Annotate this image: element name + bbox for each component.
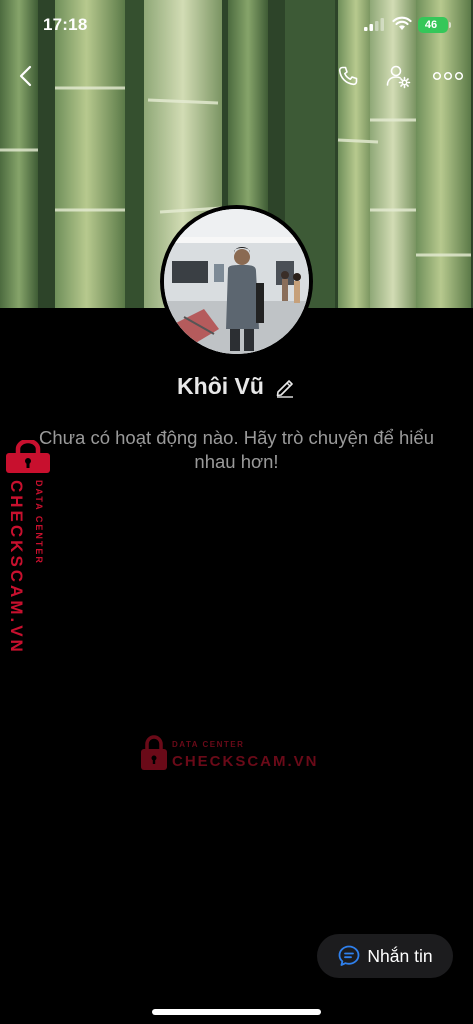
watermark-brand: CHECKSCAM.VN xyxy=(172,753,319,770)
more-dots-icon xyxy=(433,71,463,81)
watermark-brand: CHECKSCAM.VN xyxy=(7,480,26,655)
watermark-subtitle: DATA CENTER xyxy=(34,480,44,565)
profile-settings-button[interactable] xyxy=(384,62,412,90)
status-bar: 17:18 46 xyxy=(0,0,473,50)
chat-bubble-icon xyxy=(339,945,360,966)
back-button[interactable] xyxy=(12,62,40,90)
watermark-vertical: CHECKSCAM.VN DATA CENTER xyxy=(4,440,52,655)
pencil-icon[interactable] xyxy=(274,376,296,398)
chevron-left-icon xyxy=(19,65,32,87)
phone-icon xyxy=(338,66,358,86)
home-indicator[interactable] xyxy=(152,1009,321,1015)
watermark-subtitle: DATA CENTER xyxy=(172,740,245,749)
lock-icon xyxy=(141,735,167,770)
wifi-icon xyxy=(392,16,412,30)
profile-name: Khôi Vũ xyxy=(177,373,264,399)
send-message-button[interactable]: Nhắn tin xyxy=(317,934,453,978)
call-button[interactable] xyxy=(334,62,362,90)
avatar-image xyxy=(164,209,309,354)
more-options-button[interactable] xyxy=(432,62,464,90)
avatar-photo xyxy=(164,209,309,354)
user-settings-icon xyxy=(386,65,411,89)
lock-icon xyxy=(6,440,50,473)
status-time: 17:18 xyxy=(43,15,88,34)
battery-level: 46 xyxy=(424,19,438,31)
avatar[interactable] xyxy=(160,205,313,358)
profile-name-row: Khôi Vũ xyxy=(0,373,473,400)
battery-indicator: 46 xyxy=(418,17,451,33)
send-message-label: Nhắn tin xyxy=(367,945,433,966)
cellular-signal-icon xyxy=(364,18,384,31)
empty-activity-message: Chưa có hoạt động nào. Hãy trò chuyện để… xyxy=(39,427,434,472)
watermark-horizontal: DATA CENTER CHECKSCAM.VN xyxy=(140,733,317,773)
